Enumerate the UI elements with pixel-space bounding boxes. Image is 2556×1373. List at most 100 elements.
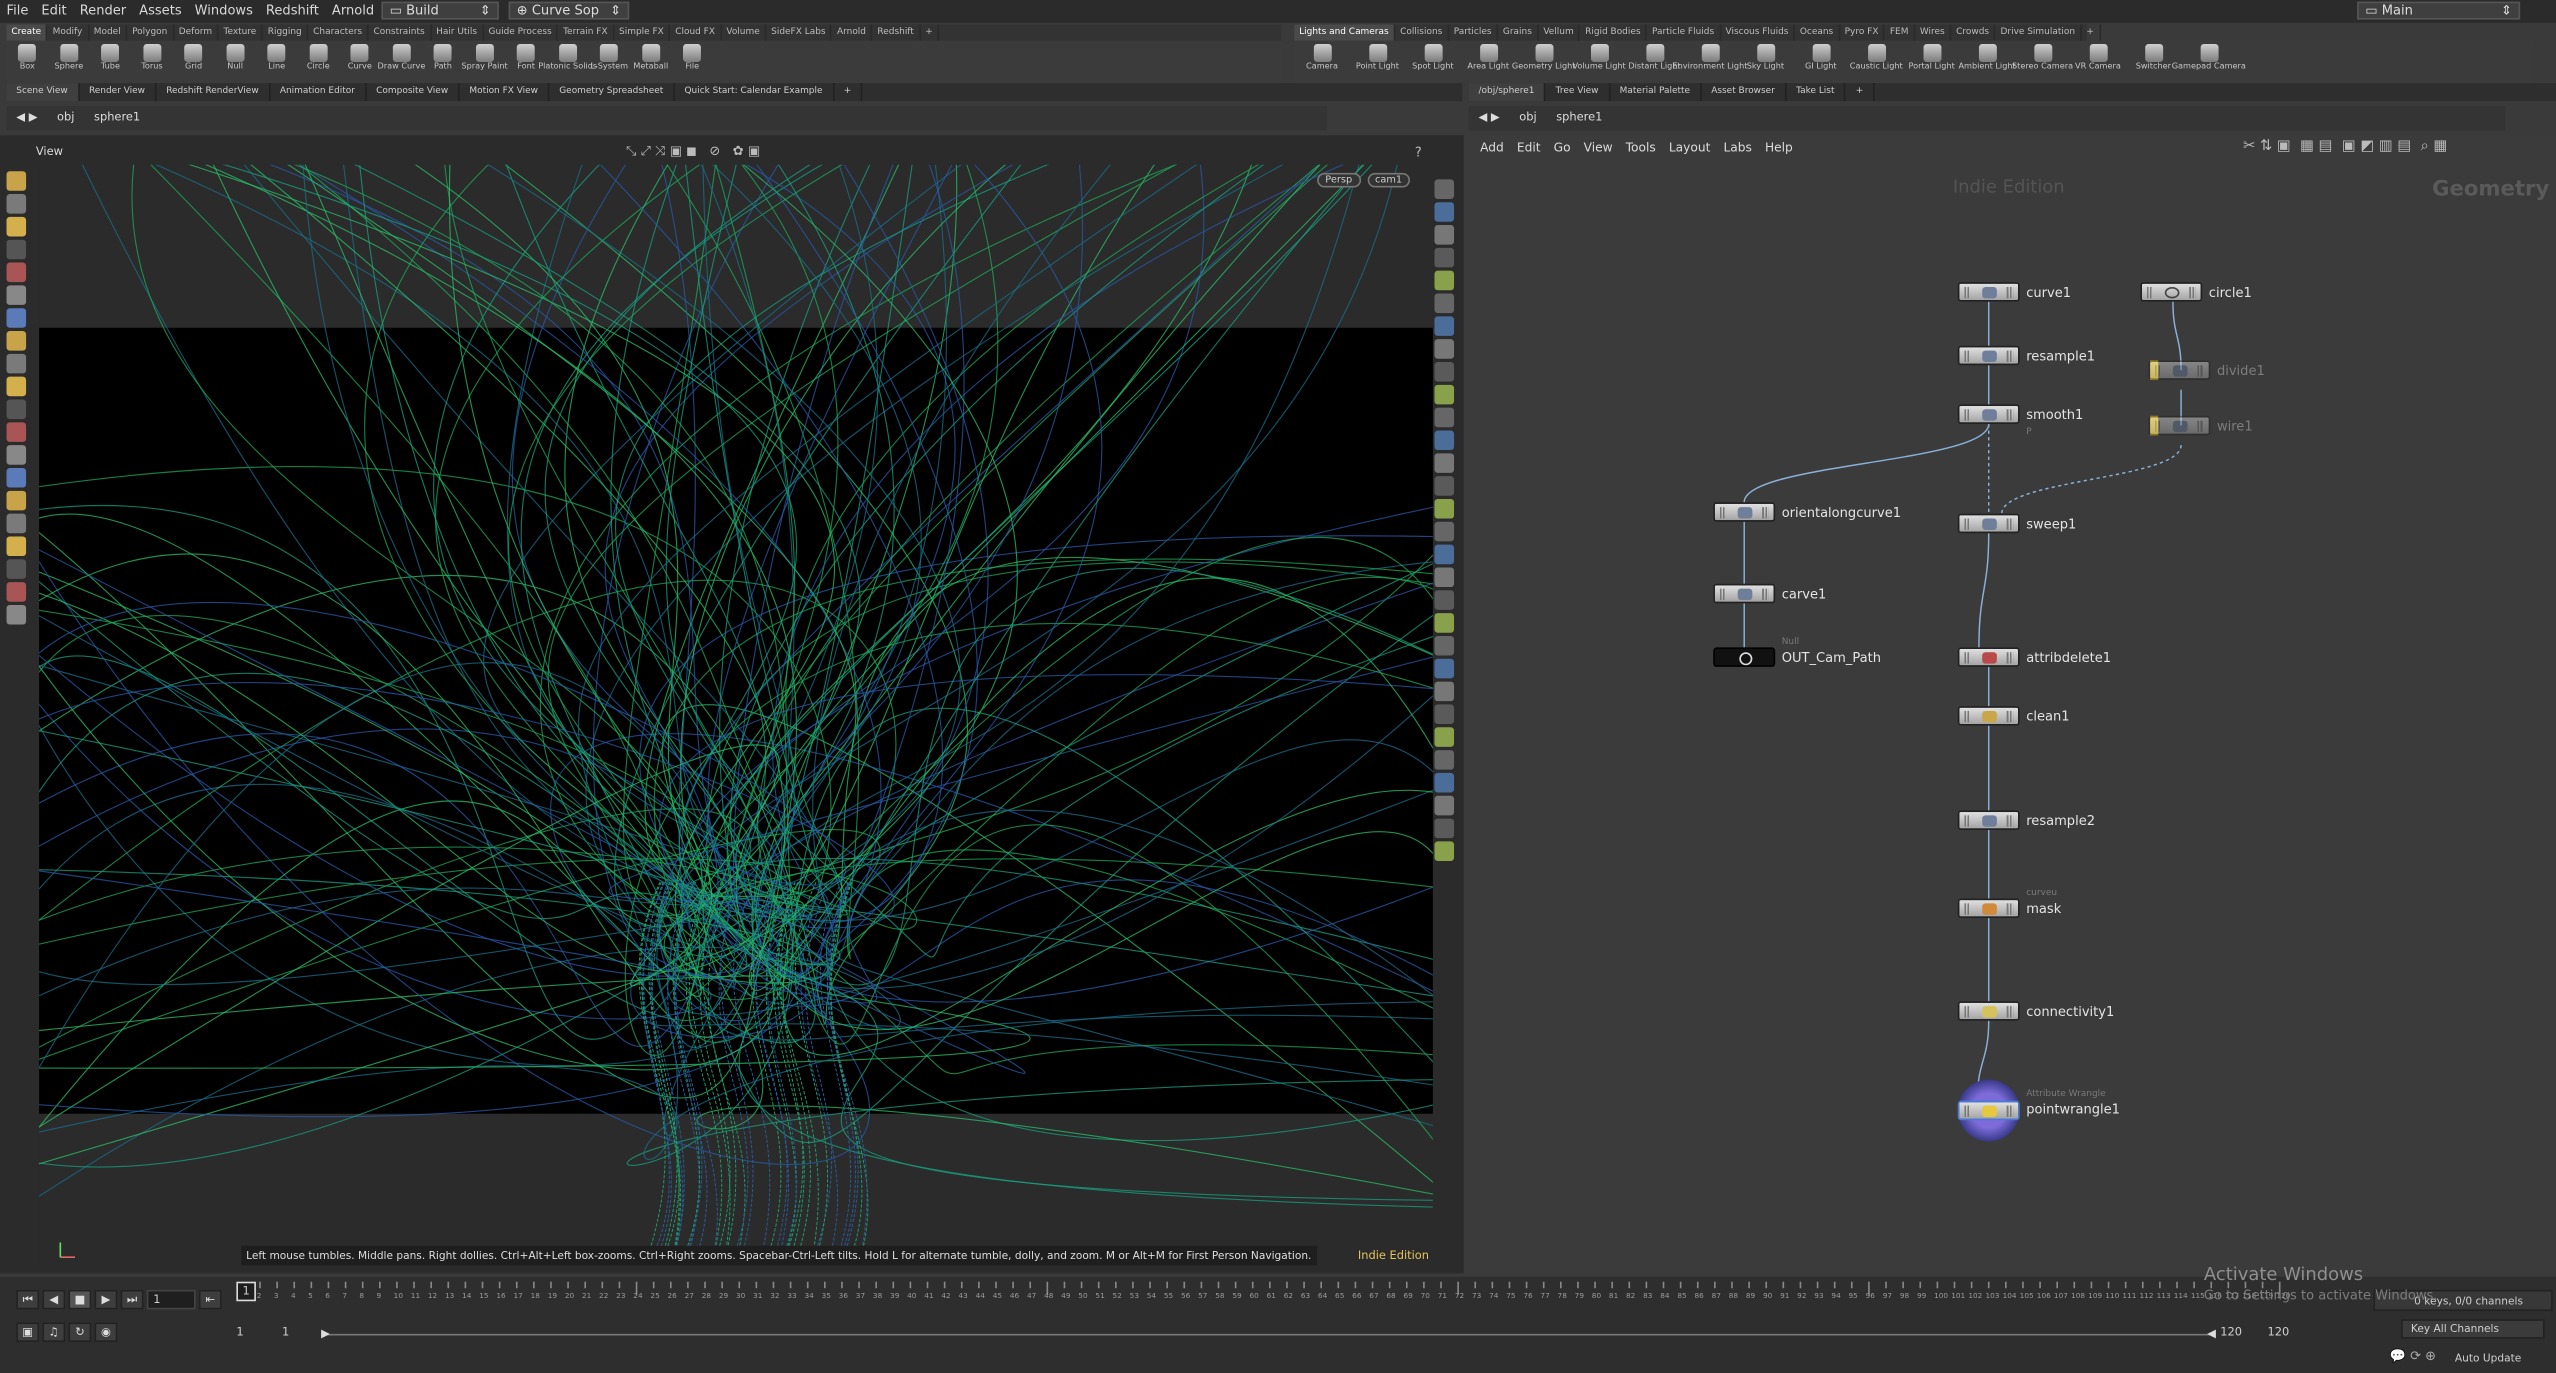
shelf-tab-volume[interactable]: Volume	[721, 24, 767, 41]
loop-icon[interactable]: ↻	[68, 1322, 92, 1343]
pane-tab-tree-view[interactable]: Tree View	[1546, 83, 1610, 102]
viewport-tool-icon[interactable]	[1434, 407, 1455, 428]
viewport-tool-icon[interactable]	[1434, 772, 1455, 793]
viewport-tool-icon[interactable]	[1434, 727, 1455, 747]
viewport-tool-icon[interactable]	[1434, 202, 1455, 222]
viewport-tool-icon[interactable]	[6, 216, 27, 237]
back-icon[interactable]: ◀ ▶	[1469, 106, 1510, 130]
key-all-channels-dropdown[interactable]: Key All Channels	[2401, 1319, 2545, 1339]
viewport-tool-icon[interactable]	[1434, 841, 1455, 861]
shelf-tab-guide-process[interactable]: Guide Process	[484, 24, 559, 41]
viewport-tool-icon[interactable]	[6, 445, 27, 465]
audio-icon[interactable]: ♫	[42, 1322, 66, 1343]
viewport-tool-icon[interactable]	[1434, 179, 1455, 199]
tool-gamepad-camera[interactable]: Gamepad Camera	[2172, 41, 2246, 83]
viewport-tool-icon[interactable]	[6, 422, 27, 442]
node-sweep1[interactable]	[1957, 513, 2020, 534]
viewport-tool-icon[interactable]	[1434, 293, 1455, 314]
viewport-tool-icon[interactable]	[1434, 316, 1455, 336]
shelf-tab-modify[interactable]: Modify	[48, 24, 89, 41]
jump-end-icon[interactable]: ⏭	[120, 1289, 144, 1310]
pane-tab-redshift-renderview[interactable]: Redshift RenderView	[156, 83, 271, 102]
shelf-tab-hair-utils[interactable]: Hair Utils	[431, 24, 484, 41]
tool-spray-paint[interactable]: Spray Paint	[461, 41, 508, 83]
viewport-tool-icon[interactable]	[6, 513, 27, 534]
tool-file[interactable]: File	[672, 41, 714, 83]
shelf-tab-cloud-fx[interactable]: Cloud FX	[670, 24, 722, 41]
viewport-tool-icon[interactable]	[1434, 476, 1455, 496]
shelf-tab-pyro-fx[interactable]: Pyro FX	[1840, 24, 1886, 41]
tool-caustic-light[interactable]: Caustic Light	[1849, 41, 1904, 83]
viewport-tool-icon[interactable]	[1434, 384, 1455, 405]
shelf-tab-terrain-fx[interactable]: Terrain FX	[558, 24, 615, 41]
shelf-tab-characters[interactable]: Characters	[308, 24, 369, 41]
viewport-tool-icon[interactable]	[1434, 750, 1455, 770]
frame-ruler[interactable]: 1234567891011121314151617181920212223242…	[233, 1281, 2300, 1311]
tool-platonic-solids[interactable]: Platonic Solids	[538, 41, 597, 83]
shelf-tab-arnold[interactable]: Arnold	[832, 24, 873, 41]
viewport-tool-icon[interactable]	[1434, 544, 1455, 565]
viewport-tool-icon[interactable]	[6, 308, 27, 328]
node-orientalongcurve1[interactable]	[1713, 502, 1776, 522]
shelf-tab-viscous-fluids[interactable]: Viscous Fluids	[1721, 24, 1795, 41]
viewport-tool-icon[interactable]	[6, 399, 27, 420]
viewport-tool-icon[interactable]	[1434, 362, 1455, 382]
range-end-2[interactable]: 120	[2267, 1326, 2289, 1339]
pane-tab-scene-view[interactable]: Scene View	[6, 83, 80, 102]
tool-geometry-light[interactable]: Geometry Light	[1512, 41, 1575, 83]
viewport-tool-icon[interactable]	[1434, 658, 1455, 679]
viewport-tool-icon[interactable]	[6, 582, 27, 602]
main-dropdown[interactable]: ▭ Main ⇕	[2357, 1, 2521, 20]
range-slider[interactable]	[321, 1333, 2216, 1336]
viewport-tool-icon[interactable]	[6, 490, 27, 511]
viewport-tool-icon[interactable]	[6, 536, 27, 557]
node-out-cam-path[interactable]	[1713, 647, 1776, 667]
shelf-tab-particles[interactable]: Particles	[1449, 24, 1499, 41]
path-sphere1[interactable]: sphere1	[1546, 106, 1612, 130]
viewport-tool-icon[interactable]	[1434, 613, 1455, 633]
viewport-tool-icon[interactable]	[6, 376, 27, 397]
node-attribdelete1[interactable]	[1957, 647, 2020, 667]
shelf-tab-deform[interactable]: Deform	[174, 24, 219, 41]
viewport-tool-icon[interactable]	[1434, 795, 1455, 816]
back-icon[interactable]: ◀ ▶	[7, 106, 48, 130]
viewport-tool-icon[interactable]	[6, 285, 27, 305]
shelf-tab-texture[interactable]: Texture	[219, 24, 263, 41]
keyframe-icon[interactable]: ◉	[94, 1322, 118, 1343]
tool-line[interactable]: Line	[256, 41, 298, 83]
viewport-tool-icon[interactable]	[1434, 635, 1455, 656]
menu-edit[interactable]: Edit	[35, 0, 73, 23]
path-obj[interactable]: obj	[1509, 106, 1546, 130]
shelf-tab-model[interactable]: Model	[89, 24, 128, 41]
tool-gi-light[interactable]: GI Light	[1793, 41, 1848, 83]
viewport-tool-icon[interactable]	[1434, 567, 1455, 588]
tool-metaball[interactable]: Metaball	[630, 41, 672, 83]
range-end[interactable]: 120	[2220, 1326, 2242, 1339]
shelf-tab-sidefx-labs[interactable]: SideFX Labs	[766, 24, 833, 41]
node-clean1[interactable]	[1957, 706, 2020, 726]
tool-box[interactable]: Box	[7, 41, 49, 83]
notification-icons[interactable]: 💬 ⟳ ⊕	[2390, 1349, 2436, 1364]
shelf-tab-simple-fx[interactable]: Simple FX	[614, 24, 671, 41]
add-tab-icon[interactable]: +	[920, 24, 940, 41]
node-resample1[interactable]	[1957, 345, 2020, 366]
viewport-tool-icon[interactable]	[1434, 430, 1455, 451]
shelf-tab-drive-simulation[interactable]: Drive Simulation	[1996, 24, 2082, 41]
node-resample2[interactable]	[1957, 810, 2020, 830]
tool-circle[interactable]: Circle	[297, 41, 339, 83]
viewport-tool-icon[interactable]	[6, 331, 27, 351]
range-handle-right[interactable]: ◀	[2207, 1327, 2216, 1340]
frame-field[interactable]: 1	[146, 1289, 196, 1310]
tool-ambient-light[interactable]: Ambient Light	[1958, 41, 2016, 83]
pane-tab-render-view[interactable]: Render View	[79, 83, 157, 102]
viewport-tool-icon[interactable]	[1434, 225, 1455, 245]
viewport-tool-icon[interactable]	[1434, 247, 1455, 268]
viewport-tool-icon[interactable]	[1434, 498, 1455, 519]
pane-tab-asset-browser[interactable]: Asset Browser	[1701, 83, 1787, 102]
play-reverse-icon[interactable]: ◀	[42, 1289, 66, 1310]
pane-tab-animation-editor[interactable]: Animation Editor	[270, 83, 367, 102]
tool-null[interactable]: Null	[214, 41, 256, 83]
viewport-tool-icon[interactable]	[6, 239, 27, 260]
tool-area-light[interactable]: Area Light	[1461, 41, 1516, 83]
context-dropdown[interactable]: ⊕ Curve Sop ⇕	[508, 1, 630, 20]
